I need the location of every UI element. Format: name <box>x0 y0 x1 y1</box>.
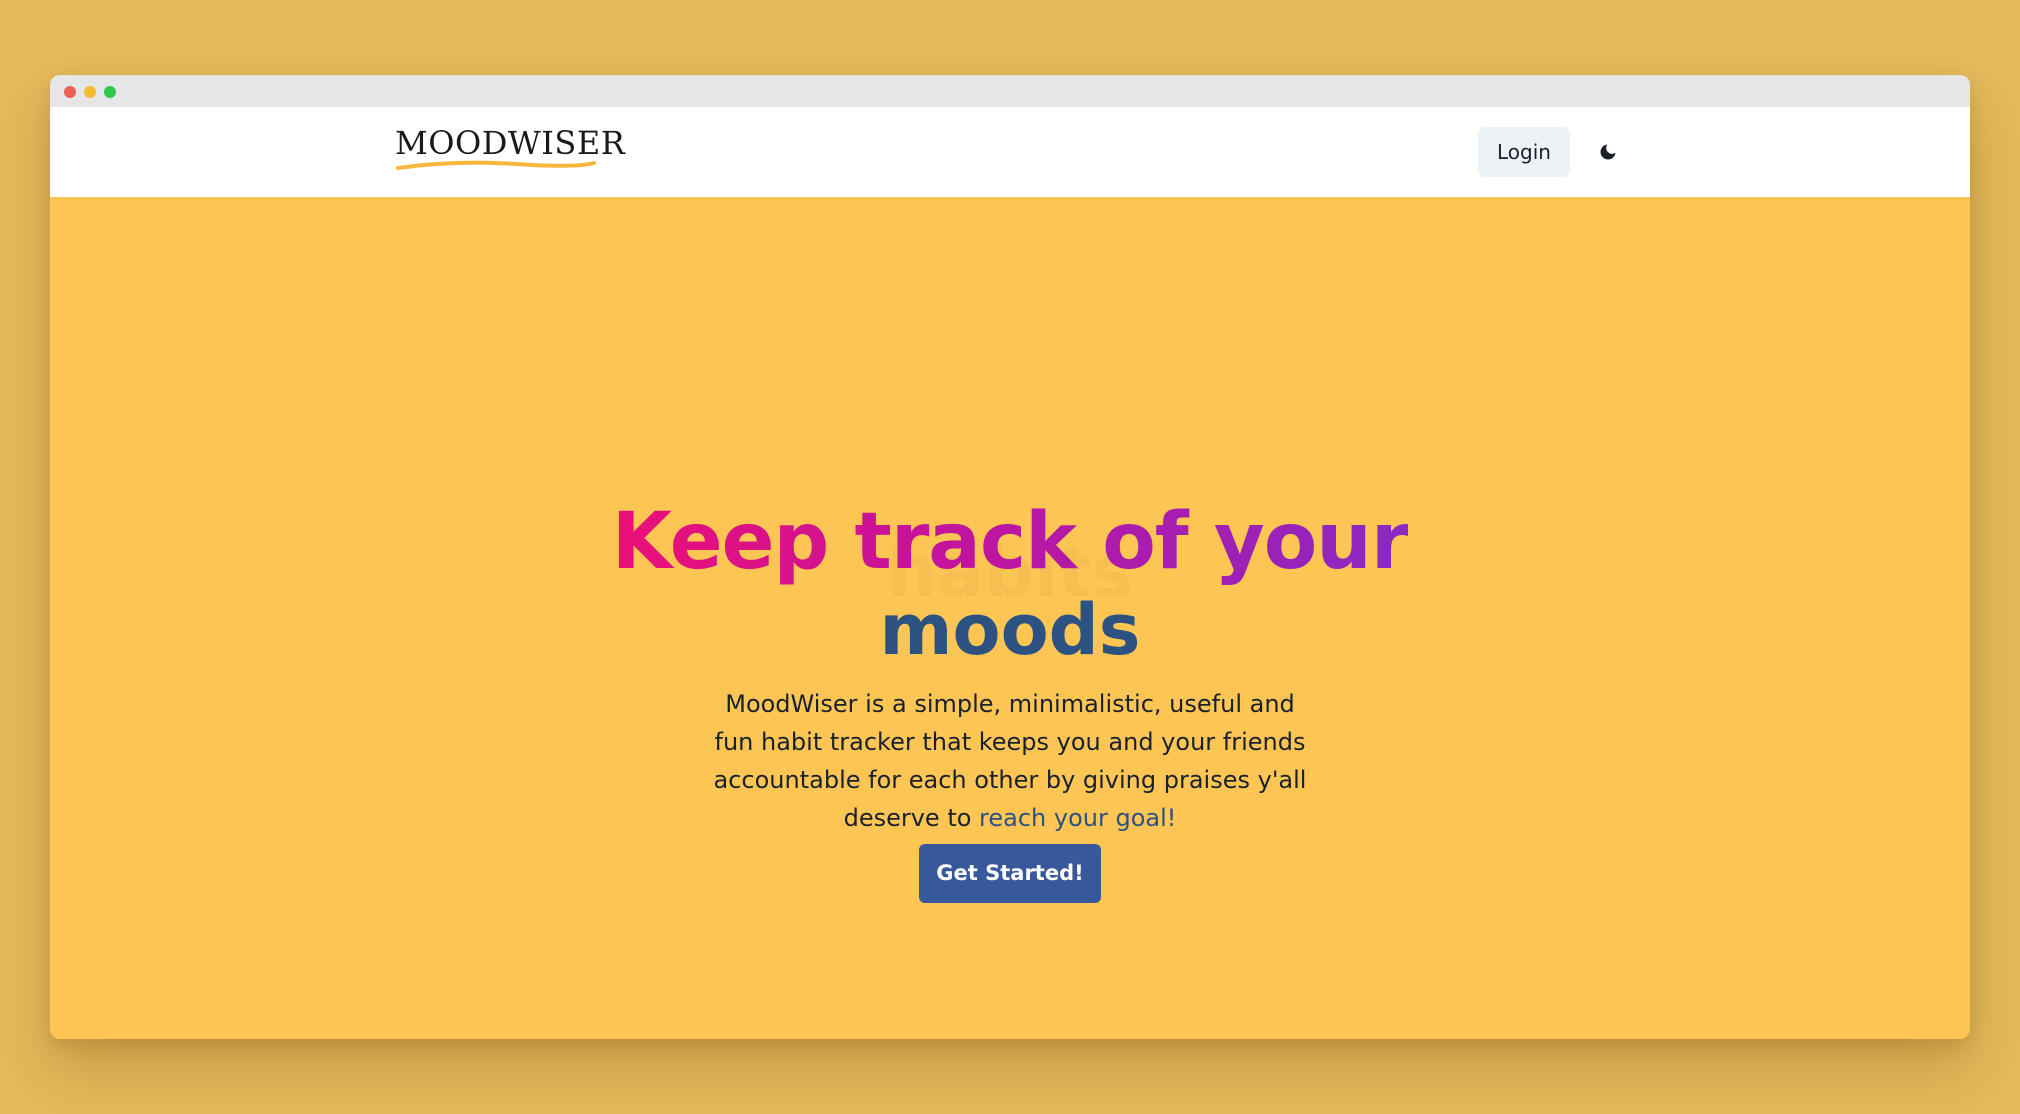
logo[interactable]: MOODWISER <box>395 127 625 159</box>
hero-headline: Keep track of your <box>50 497 1970 587</box>
hero-description: MoodWiser is a simple, minimalistic, use… <box>710 685 1310 837</box>
theme-toggle-button[interactable] <box>1588 132 1628 172</box>
hero-section: habits Keep track of your moods MoodWise… <box>50 197 1970 1039</box>
hero-headline-text: Keep track of your <box>611 497 1410 587</box>
get-started-button[interactable]: Get Started! <box>919 844 1101 903</box>
window-titlebar <box>50 75 1970 107</box>
moon-icon <box>1600 144 1616 160</box>
navbar: MOODWISER Login <box>50 107 1970 197</box>
browser-window: MOODWISER Login habits Keep track of you… <box>50 75 1970 1039</box>
maximize-window-button[interactable] <box>104 86 116 98</box>
login-button[interactable]: Login <box>1478 127 1570 177</box>
minimize-window-button[interactable] <box>84 86 96 98</box>
logo-underline-icon <box>396 160 596 170</box>
hero-description-highlight: reach your goal! <box>979 804 1177 832</box>
close-window-button[interactable] <box>64 86 76 98</box>
rotating-word: moods <box>879 589 1141 671</box>
